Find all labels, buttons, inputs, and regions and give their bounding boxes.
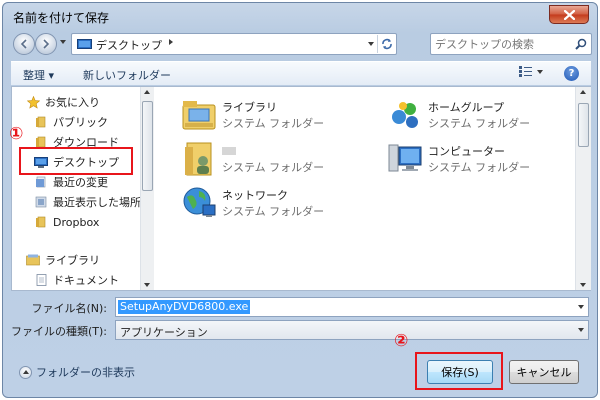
annotation-marker-2: ② bbox=[394, 331, 409, 351]
nav-item-label: パブリック bbox=[53, 116, 108, 129]
history-dropdown-icon[interactable] bbox=[60, 40, 66, 44]
scrollbar-thumb[interactable] bbox=[578, 103, 589, 147]
desktop-icon bbox=[77, 39, 92, 49]
homegroup-icon bbox=[392, 102, 418, 128]
item-type: システム フォルダー bbox=[222, 117, 325, 130]
filename-label: ファイル名(N): bbox=[31, 302, 107, 315]
nav-item-dropbox[interactable]: Dropbox bbox=[34, 213, 99, 231]
search-icon[interactable] bbox=[575, 38, 587, 50]
item-type: システム フォルダー bbox=[222, 205, 325, 218]
arrow-right-icon bbox=[43, 39, 50, 49]
organize-menu[interactable]: 整理 ▾ bbox=[23, 67, 54, 83]
close-button[interactable] bbox=[549, 5, 589, 24]
library-icon bbox=[26, 253, 40, 267]
nav-item-label: 最近の変更 bbox=[53, 176, 108, 189]
item-type: システム フォルダー bbox=[428, 161, 531, 174]
filename-row: ファイル名(N): SetupAnyDVD6800.exe bbox=[11, 297, 591, 317]
nav-item-favorites[interactable]: お気に入り bbox=[26, 93, 100, 111]
forward-button[interactable] bbox=[35, 33, 57, 55]
nav-item-libraries[interactable]: ライブラリ bbox=[26, 251, 100, 269]
breadcrumb-chevron-icon[interactable] bbox=[169, 39, 173, 45]
recent-icon bbox=[34, 175, 48, 189]
help-icon[interactable]: ? bbox=[564, 66, 579, 81]
content-pane: ライブラリ システム フォルダー ホームグループ システム フォルダー システム… bbox=[155, 87, 591, 290]
address-dropdown-icon[interactable] bbox=[368, 42, 374, 46]
folder-icon bbox=[34, 115, 48, 129]
save-as-dialog: 名前を付けて保存 デスクトップ デスクトップの検索 整理 ▾ 新しいフォルダー … bbox=[2, 2, 598, 398]
nav-item-label: ドキュメント bbox=[53, 274, 119, 287]
nav-item-documents[interactable]: ドキュメント bbox=[34, 271, 119, 289]
view-dropdown-icon bbox=[537, 69, 543, 74]
filetype-row: ファイルの種類(T): アプリケーション bbox=[11, 320, 591, 340]
item-type: システム フォルダー bbox=[222, 161, 325, 174]
view-icon bbox=[519, 66, 532, 77]
content-item-network[interactable]: ネットワーク システム フォルダー bbox=[179, 183, 379, 227]
refresh-button[interactable] bbox=[377, 35, 395, 53]
refresh-icon bbox=[381, 38, 392, 50]
search-input[interactable] bbox=[435, 36, 565, 52]
filetype-value: アプリケーション bbox=[120, 326, 208, 339]
address-row: デスクトップ bbox=[11, 31, 592, 55]
nav-item-recent-changes[interactable]: 最近の変更 bbox=[34, 173, 108, 191]
address-bar[interactable]: デスクトップ bbox=[71, 33, 397, 55]
filename-dropdown-icon[interactable] bbox=[578, 305, 584, 309]
filetype-select[interactable]: アプリケーション bbox=[115, 320, 589, 340]
close-icon bbox=[563, 9, 575, 20]
scroll-down-icon[interactable] bbox=[580, 283, 586, 287]
back-button[interactable] bbox=[13, 33, 35, 55]
arrow-left-icon bbox=[20, 39, 27, 49]
new-folder-button[interactable]: 新しいフォルダー bbox=[83, 67, 171, 83]
item-type: システム フォルダー bbox=[428, 117, 531, 130]
folder-icon bbox=[34, 215, 48, 229]
star-icon bbox=[26, 95, 40, 109]
content-item-computer[interactable]: コンピューター システム フォルダー bbox=[385, 139, 585, 183]
address-location[interactable]: デスクトップ bbox=[96, 37, 162, 53]
nav-item-recent-places[interactable]: 最近表示した場所 bbox=[34, 193, 141, 211]
scroll-up-icon[interactable] bbox=[580, 90, 586, 94]
filetype-dropdown-icon[interactable] bbox=[578, 328, 584, 332]
item-name: コンピューター bbox=[428, 145, 505, 158]
content-item-libraries[interactable]: ライブラリ システム フォルダー bbox=[179, 95, 379, 139]
item-name: ライブラリ bbox=[222, 101, 277, 114]
annotation-marker-1: ① bbox=[9, 124, 24, 144]
computer-icon bbox=[388, 144, 422, 172]
content-item-homegroup[interactable]: ホームグループ システム フォルダー bbox=[385, 95, 585, 139]
user-folder-icon bbox=[185, 142, 212, 176]
search-box[interactable] bbox=[430, 33, 592, 55]
window-title: 名前を付けて保存 bbox=[13, 11, 110, 25]
content-item-user-folder[interactable]: システム フォルダー bbox=[179, 139, 379, 183]
hide-folders-label: フォルダーの非表示 bbox=[36, 366, 135, 379]
annotation-box-desktop bbox=[19, 147, 133, 175]
nav-item-label: ライブラリ bbox=[45, 254, 100, 267]
browser-area: お気に入り パブリック ダウンロード デスクトップ 最近の変更 最近表示した場所… bbox=[11, 86, 591, 291]
cancel-button[interactable]: キャンセル bbox=[509, 360, 579, 384]
item-name: ネットワーク bbox=[222, 189, 288, 202]
content-scrollbar[interactable] bbox=[575, 87, 591, 290]
title-bar: 名前を付けて保存 bbox=[3, 3, 597, 29]
places-icon bbox=[34, 195, 48, 209]
nav-item-label: 最近表示した場所 bbox=[53, 196, 141, 209]
nav-pane-scrollbar[interactable] bbox=[140, 87, 154, 290]
view-options-button[interactable] bbox=[519, 66, 543, 77]
document-icon bbox=[34, 273, 48, 287]
annotation-box-save bbox=[415, 352, 503, 390]
nav-item-public[interactable]: パブリック bbox=[34, 113, 108, 131]
scrollbar-thumb[interactable] bbox=[142, 101, 153, 191]
filename-field[interactable]: SetupAnyDVD6800.exe bbox=[115, 297, 589, 317]
scroll-down-icon[interactable] bbox=[144, 283, 150, 287]
nav-item-label: お気に入り bbox=[45, 96, 100, 109]
filetype-label: ファイルの種類(T): bbox=[11, 325, 108, 338]
item-name-redacted bbox=[222, 147, 236, 155]
scroll-up-icon[interactable] bbox=[144, 90, 150, 94]
navigation-pane: お気に入り パブリック ダウンロード デスクトップ 最近の変更 最近表示した場所… bbox=[12, 87, 154, 290]
hide-folders-button[interactable]: フォルダーの非表示 bbox=[19, 364, 135, 380]
filename-input[interactable]: SetupAnyDVD6800.exe bbox=[118, 300, 251, 314]
chevron-up-icon bbox=[19, 365, 32, 379]
library-folder-icon bbox=[182, 101, 216, 130]
command-toolbar: 整理 ▾ 新しいフォルダー ? bbox=[11, 61, 591, 85]
item-name: ホームグループ bbox=[428, 101, 505, 114]
nav-item-label: Dropbox bbox=[53, 215, 100, 229]
network-icon bbox=[183, 187, 216, 217]
